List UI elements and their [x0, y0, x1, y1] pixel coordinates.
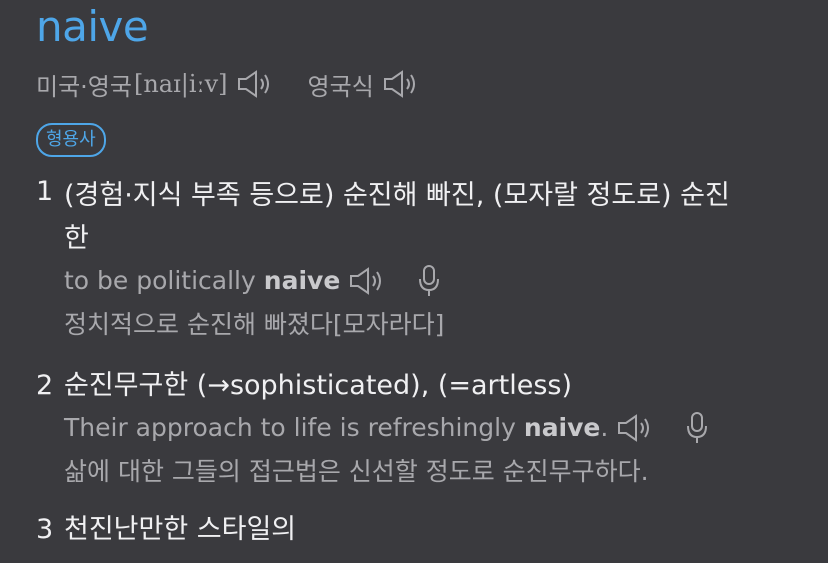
sense-definition-continued: 한	[64, 223, 89, 254]
example-text-end: .	[600, 413, 609, 442]
microphone-icon[interactable]	[684, 411, 710, 445]
sense-number: 3	[36, 514, 54, 545]
example-translation: 삶에 대한 그들의 접근법은 신선할 정도로 순진무구하다.	[64, 457, 649, 486]
example-headword: naive	[523, 413, 601, 442]
sense-definition: 순진무구한 (→sophisticated), (=artless)	[64, 370, 573, 401]
example-text: to be politically	[64, 266, 256, 295]
sense-number: 1	[36, 176, 54, 207]
speaker-icon[interactable]	[348, 266, 384, 296]
sense-2: 2 순진무구한 (→sophisticated), (=artless) The…	[36, 366, 808, 494]
pronunciation-row: 미국·영국 [naɪ|iːv] 영국식	[36, 66, 418, 102]
headword: naive	[36, 2, 149, 51]
speaker-icon[interactable]	[382, 69, 418, 99]
example-text: Their approach to life is refreshingly	[64, 413, 516, 442]
example-translation: 정치적으로 순진해 빠졌다[모자라다]	[64, 310, 445, 339]
microphone-icon[interactable]	[416, 264, 442, 298]
sense-definition: (경험·지식 부족 등으로) 순진해 빠진, (모자랄 정도로) 순진	[64, 180, 730, 211]
speaker-icon[interactable]	[236, 69, 272, 99]
sense-1: 1 (경험·지식 부족 등으로) 순진해 빠진, (모자랄 정도로) 순진 한 …	[36, 172, 808, 347]
speaker-icon[interactable]	[616, 413, 652, 443]
dictionary-entry: naive 미국·영국 [naɪ|iːv] 영국식 형용사 1 (경험·지식 부…	[0, 0, 828, 563]
part-of-speech-badge: 형용사	[36, 123, 106, 157]
pron-label-uk: 영국식	[307, 72, 374, 101]
pron-label-us-uk: 미국·영국	[36, 72, 132, 101]
example-headword: naive	[263, 266, 341, 295]
ipa-transcription: [naɪ|iːv]	[133, 70, 228, 98]
sense-number: 2	[36, 370, 54, 401]
sense-definition: 천진난만한 스타일의	[64, 514, 297, 545]
sense-3: 3 천진난만한 스타일의	[36, 510, 808, 550]
example-sentence: to be politically naive	[64, 259, 808, 303]
example-sentence: Their approach to life is refreshingly n…	[64, 406, 808, 450]
